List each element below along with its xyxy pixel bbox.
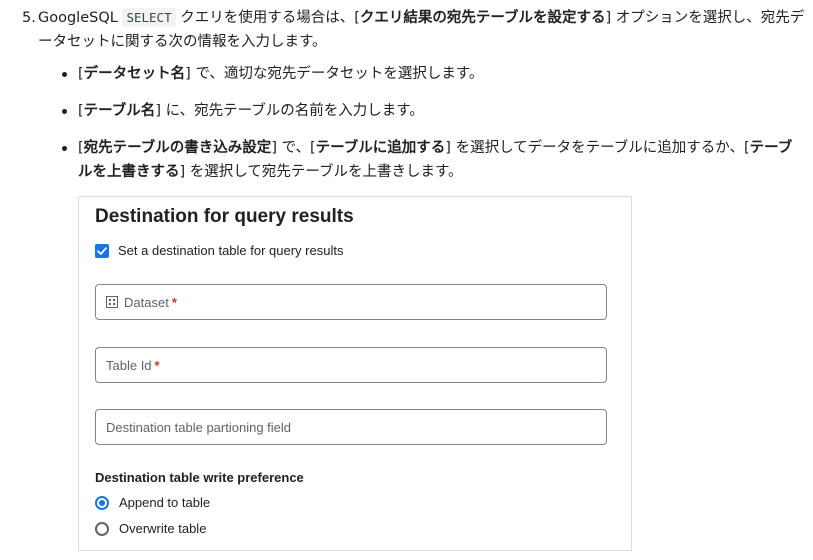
required-marker: * [154,357,160,373]
list-item-text: ] で、[ [271,140,316,156]
partitioning-field-label: Destination table partioning field [106,419,292,435]
required-marker: * [171,294,177,310]
bold-term: 宛先テーブルの書き込み設定 [83,140,272,156]
step-bold-option: クエリ結果の宛先テーブルを設定する [359,10,606,26]
bold-term: テーブル名 [83,103,156,119]
partitioning-field[interactable]: Destination table partioning field [95,409,607,445]
destination-table-checkbox[interactable] [95,243,109,258]
overwrite-label: Overwrite table [119,521,207,536]
list-item-text: ] に、宛先テーブルの名前を入力します。 [155,103,424,119]
panel-title: Destination for query results [95,206,354,227]
step-text-1: GoogleSQL [38,10,123,26]
checkbox-label: Set a destination table for query result… [118,243,344,258]
append-to-table-option[interactable]: Append to table [95,495,210,510]
destination-panel-screenshot: Destination for query results Set a dest… [78,196,632,551]
inline-code: SELECT [122,8,176,27]
dataset-field[interactable]: Dataset * [95,284,607,320]
bold-term: テーブルに追加する [315,140,446,156]
append-radio[interactable] [95,495,109,510]
list-item-text: ] を選択して宛先テーブルを上書きします。 [179,164,463,180]
step-paragraph: GoogleSQL SELECT クエリを使用する場合は、[クエリ結果の宛先テー… [38,6,806,54]
list-item: [宛先テーブルの書き込み設定] で、[テーブルに追加する] を選択してデータをテ… [60,136,805,184]
overwrite-table-option[interactable]: Overwrite table [95,521,206,536]
table-id-label: Table Id [106,357,152,373]
write-preference-title: Destination table write preference [95,470,304,485]
bold-term: データセット名 [83,66,186,82]
append-label: Append to table [119,495,211,510]
step-text-2: クエリを使用する場合は、[ [175,10,360,26]
dataset-label: Dataset [124,294,169,310]
destination-table-checkbox-row[interactable]: Set a destination table for query result… [95,243,343,258]
list-item-text: ] を選択してデータをテーブルに追加するか、[ [445,140,750,156]
dataset-grid-icon [106,296,118,308]
overwrite-radio[interactable] [95,521,109,536]
step-number: 5. [22,10,36,26]
table-id-field[interactable]: Table Id * [95,347,607,383]
list-item: [データセット名] で、適切な宛先データセットを選択します。 [60,62,805,86]
checkmark-icon [97,246,107,255]
list-item: [テーブル名] に、宛先テーブルの名前を入力します。 [60,99,805,123]
list-item-text: ] で、適切な宛先データセットを選択します。 [185,66,484,82]
